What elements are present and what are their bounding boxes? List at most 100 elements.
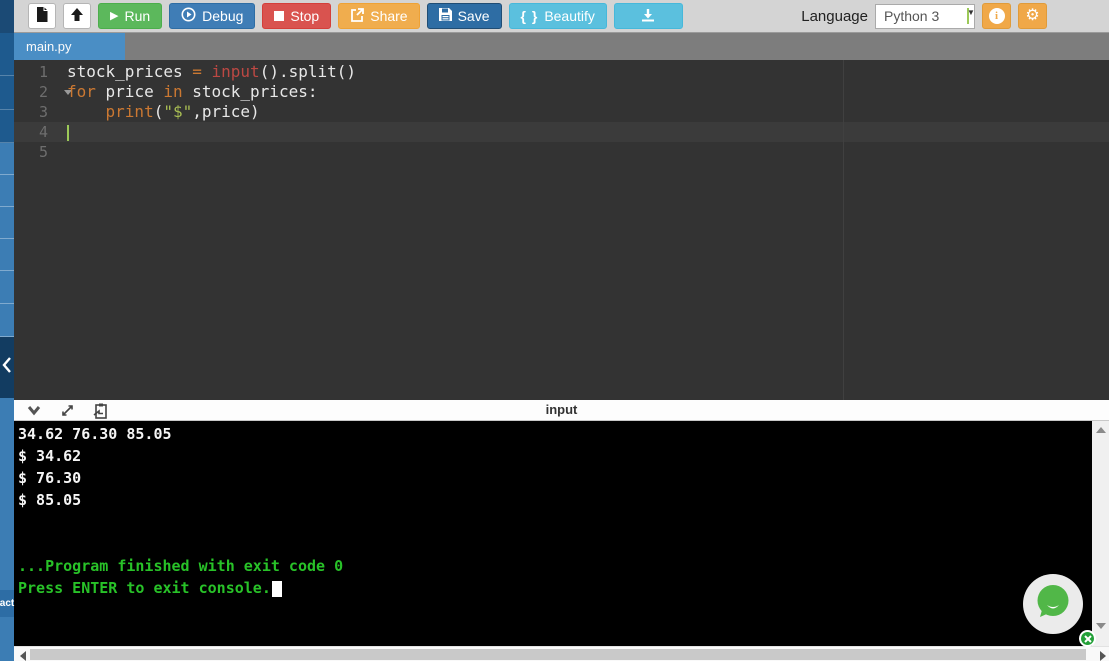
sidebar-segment bbox=[0, 0, 14, 33]
horizontal-scrollbar[interactable] bbox=[14, 646, 1109, 661]
console-line: $ 76.30 bbox=[18, 469, 82, 487]
console-line: $ 85.05 bbox=[18, 491, 82, 509]
code-token: in bbox=[163, 82, 183, 101]
chevron-left-icon bbox=[2, 356, 12, 379]
code-token: "$" bbox=[163, 102, 193, 121]
console-title: input bbox=[545, 402, 578, 417]
code-token: = bbox=[192, 62, 202, 81]
chat-bubble-icon bbox=[1034, 583, 1072, 626]
sidebar-segment[interactable] bbox=[0, 175, 14, 207]
contact-tab[interactable]: act bbox=[0, 590, 14, 617]
debug-button[interactable]: Debug bbox=[169, 3, 256, 29]
share-icon bbox=[350, 7, 365, 25]
console-line: 34.62 76.30 85.05 bbox=[18, 425, 172, 443]
new-file-button[interactable] bbox=[28, 3, 56, 29]
console-vertical-scrollbar[interactable] bbox=[1092, 421, 1109, 646]
sidebar-segment[interactable] bbox=[0, 304, 14, 337]
code-token: stock_prices bbox=[67, 62, 193, 81]
language-select-value: Python 3 bbox=[884, 8, 940, 24]
stop-button[interactable]: Stop bbox=[262, 3, 332, 29]
console-header: input bbox=[14, 400, 1109, 421]
download-icon bbox=[641, 8, 655, 25]
stop-square-icon bbox=[274, 11, 285, 21]
code-token: ( bbox=[153, 102, 164, 121]
save-button[interactable]: Save bbox=[426, 3, 502, 29]
sidebar-collapse-button[interactable] bbox=[0, 337, 14, 398]
sidebar-segment[interactable] bbox=[0, 33, 14, 76]
console-line: ...Program finished with exit code 0 bbox=[18, 557, 344, 575]
line-number: 3 bbox=[38, 103, 48, 121]
share-button-label: Share bbox=[370, 8, 408, 24]
code-line: print("$",price) bbox=[67, 102, 356, 122]
scroll-right-arrow-icon[interactable] bbox=[1100, 651, 1106, 661]
sidebar-segment[interactable] bbox=[0, 239, 14, 271]
console-line: Press ENTER to exit console. bbox=[18, 577, 1092, 599]
line-number: 5 bbox=[38, 143, 48, 161]
code-line bbox=[67, 122, 356, 142]
beautify-button[interactable]: { } Beautify bbox=[508, 3, 607, 29]
floppy-icon bbox=[438, 8, 452, 24]
play-icon: ▶ bbox=[110, 9, 119, 22]
print-margin-ruler bbox=[843, 60, 844, 400]
circled-play-icon bbox=[181, 7, 196, 25]
braces-icon: { } bbox=[520, 8, 539, 24]
share-button[interactable]: Share bbox=[338, 3, 420, 29]
console-expand-button[interactable] bbox=[60, 403, 76, 418]
console-line: $ 34.62 bbox=[18, 447, 82, 465]
scroll-up-arrow-icon[interactable] bbox=[1096, 427, 1106, 433]
console-collapse-button[interactable] bbox=[27, 403, 43, 418]
console-clipboard-button[interactable] bbox=[93, 403, 109, 419]
open-upload-button[interactable] bbox=[63, 3, 91, 29]
contact-tab-label: act bbox=[0, 598, 15, 609]
console-output[interactable]: 34.62 76.30 85.05 $ 34.62 $ 76.30 $ 85.05..… bbox=[14, 421, 1092, 646]
save-button-label: Save bbox=[457, 8, 490, 24]
info-button[interactable]: i bbox=[982, 3, 1011, 29]
sidebar-segment[interactable] bbox=[0, 76, 14, 110]
code-line: for price in stock_prices: bbox=[67, 82, 356, 102]
new-file-icon bbox=[36, 7, 48, 25]
stop-button-label: Stop bbox=[290, 8, 320, 24]
code-token: stock_prices: bbox=[182, 82, 318, 101]
text-cursor bbox=[67, 124, 69, 141]
upload-arrow-icon bbox=[70, 7, 84, 25]
download-button[interactable] bbox=[613, 3, 683, 29]
language-label: Language bbox=[801, 7, 868, 25]
settings-button[interactable]: ⚙ bbox=[1018, 3, 1047, 29]
line-number: 1 bbox=[38, 63, 48, 81]
console-cursor bbox=[271, 580, 282, 597]
horizontal-scrollbar-thumb[interactable] bbox=[30, 649, 1086, 660]
left-sidebar: act bbox=[0, 0, 14, 661]
line-number: 2 bbox=[14, 82, 72, 102]
language-select[interactable]: Python 3 ▼ bbox=[875, 3, 975, 29]
code-token: print bbox=[105, 102, 154, 121]
line-number: 4 bbox=[38, 123, 48, 141]
close-badge-button[interactable] bbox=[1079, 630, 1096, 647]
sidebar-segment[interactable] bbox=[0, 143, 14, 175]
toolbar: ▶ Run Debug Stop Share Save { } Beautify… bbox=[14, 0, 1109, 33]
tab-main-py[interactable]: main.py bbox=[14, 33, 125, 60]
close-icon bbox=[1083, 630, 1092, 648]
code-line: stock_prices = input().split() bbox=[67, 62, 356, 82]
code-token: price bbox=[95, 82, 164, 101]
gear-icon: ⚙ bbox=[1025, 7, 1040, 24]
code-editor[interactable]: 123 4 5 stock_prices = input().split() for … bbox=[14, 60, 1109, 400]
code-token: ,price) bbox=[192, 102, 260, 121]
run-button[interactable]: ▶ Run bbox=[98, 3, 163, 29]
chat-widget-button[interactable] bbox=[1023, 574, 1083, 634]
info-icon: i bbox=[988, 8, 1005, 24]
chevron-down-icon: ▼ bbox=[967, 8, 975, 24]
scroll-left-arrow-icon[interactable] bbox=[20, 651, 26, 661]
sidebar-segment[interactable] bbox=[0, 271, 14, 304]
beautify-button-label: Beautify bbox=[544, 8, 595, 24]
code-token: input bbox=[211, 62, 260, 81]
scroll-down-arrow-icon[interactable] bbox=[1096, 623, 1106, 629]
debug-button-label: Debug bbox=[202, 8, 244, 24]
sidebar-segment[interactable] bbox=[0, 110, 14, 143]
code-token: for bbox=[67, 82, 96, 101]
sidebar-segment[interactable] bbox=[0, 207, 14, 239]
